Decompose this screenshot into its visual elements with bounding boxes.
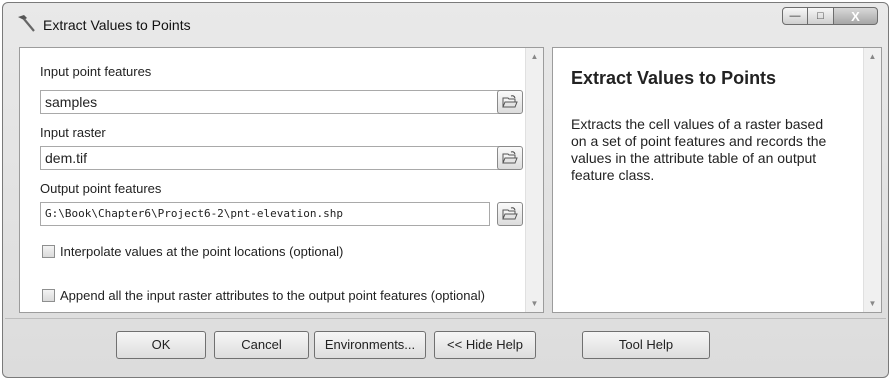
hide-help-button[interactable]: << Hide Help	[434, 331, 536, 359]
tool-dialog: Extract Values to Points — □ X Input poi…	[2, 2, 889, 378]
interpolate-label: Interpolate values at the point location…	[60, 244, 344, 259]
folder-open-icon	[502, 95, 518, 108]
folder-open-icon	[502, 151, 518, 164]
title-bar[interactable]: Extract Values to Points — □ X	[3, 3, 888, 45]
interpolate-checkbox[interactable]	[42, 245, 55, 258]
minimize-button[interactable]: —	[782, 7, 808, 25]
append-option[interactable]: Append all the input raster attributes t…	[42, 288, 485, 303]
output-points-field[interactable]: G:\Book\Chapter6\Project6-2\pnt-elevatio…	[40, 202, 490, 226]
maximize-icon: □	[817, 10, 824, 22]
parameters-scrollbar[interactable]: ▲ ▼	[525, 48, 543, 312]
hammer-icon	[18, 15, 35, 32]
folder-open-icon	[502, 207, 518, 220]
minimize-icon: —	[789, 10, 801, 22]
input-points-combo[interactable]: samples	[40, 90, 516, 114]
output-points-value: G:\Book\Chapter6\Project6-2\pnt-elevatio…	[45, 207, 344, 220]
parameters-pane: Input point features samples Input raste…	[19, 47, 544, 313]
input-points-value: samples	[45, 94, 98, 110]
output-points-browse-button[interactable]	[497, 202, 523, 226]
maximize-button[interactable]: □	[808, 7, 834, 25]
input-points-browse-button[interactable]	[497, 90, 523, 114]
output-points-label: Output point features	[40, 181, 162, 196]
append-label: Append all the input raster attributes t…	[60, 288, 485, 303]
help-pane: Extract Values to Points Extracts the ce…	[552, 47, 882, 313]
scroll-down-icon[interactable]: ▼	[864, 295, 881, 312]
close-icon: X	[851, 8, 860, 24]
append-checkbox[interactable]	[42, 289, 55, 302]
input-raster-label: Input raster	[40, 125, 106, 140]
divider	[5, 318, 886, 319]
window-controls: — □ X	[782, 7, 878, 25]
ok-button[interactable]: OK	[116, 331, 206, 359]
help-scrollbar[interactable]: ▲ ▼	[863, 48, 881, 312]
environments-button[interactable]: Environments...	[314, 331, 426, 359]
help-title: Extract Values to Points	[571, 68, 777, 88]
input-raster-combo[interactable]: dem.tif	[40, 146, 516, 170]
interpolate-option[interactable]: Interpolate values at the point location…	[42, 244, 343, 259]
window-title: Extract Values to Points	[43, 17, 191, 33]
scroll-up-icon[interactable]: ▲	[864, 48, 881, 65]
scroll-up-icon[interactable]: ▲	[526, 48, 543, 65]
scroll-down-icon[interactable]: ▼	[526, 295, 543, 312]
input-raster-value: dem.tif	[45, 150, 88, 166]
input-raster-browse-button[interactable]	[497, 146, 523, 170]
tool-help-button[interactable]: Tool Help	[582, 331, 710, 359]
input-points-label: Input point features	[40, 64, 152, 79]
help-body: Extracts the cell values of a raster bas…	[571, 116, 827, 183]
close-button[interactable]: X	[834, 7, 878, 25]
cancel-button[interactable]: Cancel	[214, 331, 309, 359]
